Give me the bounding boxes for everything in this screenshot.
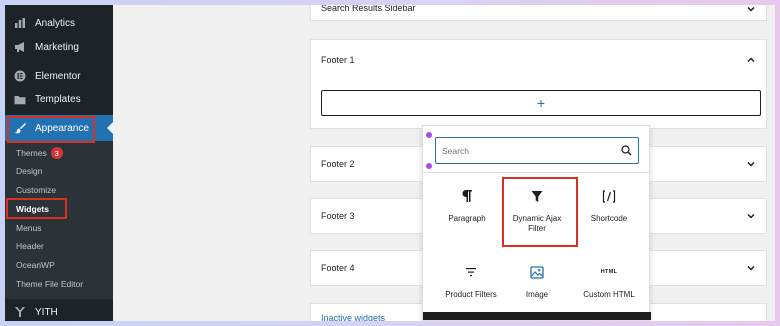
sidebar-item-label: YITH	[35, 306, 58, 318]
widget-area-search-results-sidebar[interactable]: Search Results Sidebar	[310, 5, 767, 21]
appearance-submenu: Themes 3 Design Customize Widgets Menus …	[5, 141, 113, 299]
inactive-widgets-link[interactable]: Inactive widgets	[321, 313, 385, 321]
yith-icon	[13, 305, 27, 319]
block-search-field[interactable]	[435, 137, 639, 164]
sidebar-item-label: Analytics	[35, 17, 76, 29]
sidebar-item-label: Appearance	[35, 122, 89, 134]
widget-area-footer-1: Footer 1 +	[310, 39, 767, 129]
widget-area-title: Search Results Sidebar	[321, 5, 416, 13]
update-count-badge: 3	[50, 147, 63, 159]
admin-sidebar: Analytics Marketing Elementor Templates …	[5, 5, 113, 321]
widget-area-title: Footer 4	[321, 263, 355, 273]
megaphone-icon	[13, 40, 27, 54]
block-inserter-popover: Paragraph Dynamic Ajax Filter Shortcode …	[422, 125, 651, 321]
shortcode-icon	[601, 188, 617, 204]
block-item-custom-html[interactable]: HTML Custom HTML	[575, 252, 643, 312]
submenu-item-theme-file-editor[interactable]: Theme File Editor	[5, 275, 113, 293]
image-icon	[529, 264, 545, 280]
popover-footer-bar	[423, 312, 651, 320]
block-item-shortcode[interactable]: Shortcode	[575, 176, 643, 236]
html-icon: HTML	[600, 269, 618, 275]
sidebar-item-yith[interactable]: YITH	[5, 299, 113, 321]
sidebar-item-marketing[interactable]: Marketing	[5, 34, 113, 60]
plus-icon: +	[536, 95, 546, 111]
widget-area-title: Footer 2	[321, 159, 355, 169]
widget-area-title: Footer 3	[321, 211, 355, 221]
block-item-image[interactable]: Image	[503, 252, 571, 312]
sidebar-item-templates[interactable]: Templates	[5, 86, 113, 112]
paragraph-icon	[459, 188, 475, 204]
divider	[423, 172, 651, 173]
folder-icon	[13, 92, 27, 106]
block-item-paragraph[interactable]: Paragraph	[433, 176, 501, 236]
drag-handle-dot	[426, 163, 432, 169]
paintbrush-icon	[13, 121, 27, 135]
elementor-icon	[13, 69, 27, 83]
sidebar-item-label: Elementor	[35, 70, 81, 82]
chevron-up-icon[interactable]	[746, 55, 756, 65]
submenu-item-design[interactable]: Design	[5, 162, 113, 180]
submenu-item-menus[interactable]: Menus	[5, 219, 113, 237]
block-search-input[interactable]	[442, 145, 621, 156]
chevron-down-icon[interactable]	[746, 263, 756, 273]
submenu-item-header[interactable]: Header	[5, 237, 113, 255]
screenshot-frame: Analytics Marketing Elementor Templates …	[5, 5, 775, 321]
sidebar-item-label: Marketing	[35, 41, 79, 53]
chevron-down-icon[interactable]	[746, 159, 756, 169]
product-filters-icon	[463, 264, 479, 280]
widget-area-title: Footer 1	[321, 55, 355, 65]
sidebar-item-analytics[interactable]: Analytics	[5, 10, 113, 36]
submenu-item-customize[interactable]: Customize	[5, 181, 113, 199]
block-item-dynamic-ajax-filter[interactable]: Dynamic Ajax Filter	[503, 176, 571, 236]
block-item-product-filters[interactable]: Product Filters	[437, 252, 505, 312]
sidebar-item-label: Templates	[35, 93, 81, 105]
chevron-down-icon[interactable]	[746, 211, 756, 221]
submenu-item-oceanwp[interactable]: OceanWP	[5, 256, 113, 274]
chevron-down-icon[interactable]	[746, 5, 756, 14]
submenu-item-themes[interactable]: Themes 3	[5, 144, 113, 162]
bar-chart-icon	[13, 16, 27, 30]
submenu-item-widgets[interactable]: Widgets	[5, 200, 113, 218]
filter-funnel-icon	[529, 188, 545, 204]
search-icon	[621, 145, 632, 156]
sidebar-item-appearance[interactable]: Appearance	[5, 115, 113, 141]
drag-handle-dot	[426, 132, 432, 138]
add-block-button[interactable]: +	[321, 90, 761, 116]
